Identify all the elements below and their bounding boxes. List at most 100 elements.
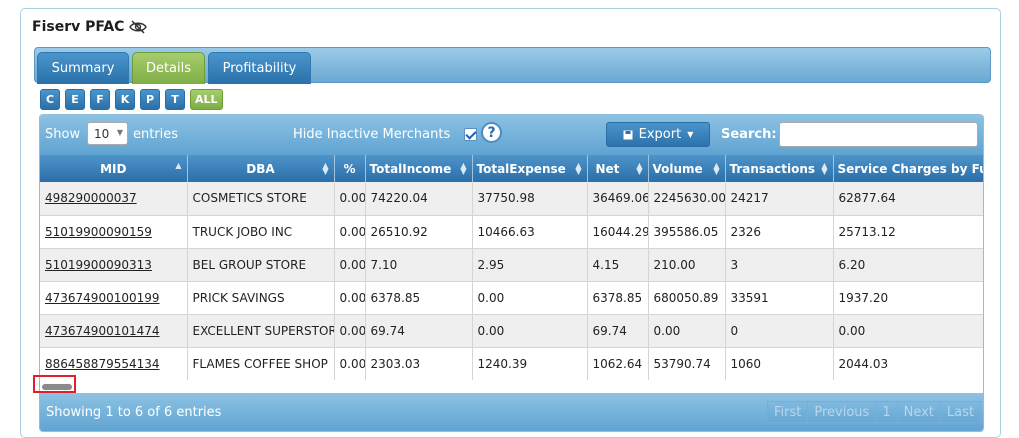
totalexpense-cell: 0.00 [472,314,588,348]
sort-both-icon: ▲ ▼ [575,161,582,176]
column-header-mid[interactable]: MID ▲ [40,155,188,182]
export-label: Export [638,127,682,142]
dba-cell: PRICK SAVINGS [187,281,335,315]
mid-link[interactable]: 473674900100199 [45,291,160,305]
transactions-cell: 0 [725,314,834,348]
first-page-button[interactable]: First [767,401,809,423]
page-size-value: 10 [94,126,110,141]
column-header-transactions[interactable]: Transactions ▲ ▼ [725,155,834,182]
mid-cell[interactable]: 51019900090313 [40,248,188,282]
caret-down-icon: ▼ [687,130,694,139]
volume-cell: 395586.05 [648,215,726,249]
eye-slash-icon[interactable] [129,20,148,34]
chevron-down-icon: ▼ [116,128,123,137]
totalincome-cell: 2303.03 [365,347,473,381]
search-label: Search: [721,127,777,142]
scrollbar-highlight-box [33,375,76,393]
mid-cell[interactable]: 498290000037 [40,182,188,216]
hide-inactive-checkbox[interactable] [464,128,477,141]
column-header-service-charges[interactable]: Service Charges by Fund [833,155,983,182]
hide-inactive-label: Hide Inactive Merchants [293,127,451,142]
table-row: 51019900090313 BEL GROUP STORE 0.00 7.10… [40,248,983,282]
mid-link[interactable]: 498290000037 [45,191,137,205]
pagination: First Previous 1 Next Last [767,401,981,423]
mid-cell[interactable]: 51019900090159 [40,215,188,249]
merchants-table: MID ▲ DBA ▲ ▼ % TotalIncome ▲ ▼ TotalExpense ▲… [40,155,983,381]
tab-details[interactable]: Details [132,52,205,84]
filter-f-button[interactable]: F [90,89,110,110]
net-cell: 1062.64 [587,347,649,381]
transactions-cell: 33591 [725,281,834,315]
sort-asc-icon: ▲ [175,161,182,170]
tab-summary[interactable]: Summary [37,52,129,84]
mid-link[interactable]: 886458879554134 [45,357,160,371]
floppy-disk-icon [623,130,633,139]
previous-page-button[interactable]: Previous [807,401,877,423]
table-toolbar: Show 10 ▼ entries Hide Inactive Merchant… [40,115,983,155]
filter-t-button[interactable]: T [165,89,185,110]
column-header-totalincome[interactable]: TotalIncome ▲ ▼ [365,155,473,182]
column-header-dba[interactable]: DBA ▲ ▼ [187,155,335,182]
dba-cell: TRUCK JOBO INC [187,215,335,249]
filter-e-button[interactable]: E [65,89,85,110]
mid-link[interactable]: 51019900090313 [45,258,152,272]
totalincome-cell: 6378.85 [365,281,473,315]
dba-cell: EXCELLENT SUPERSTORE [187,314,335,348]
mid-cell[interactable]: 473674900101474 [40,314,188,348]
dba-cell: COSMETICS STORE [187,182,335,216]
data-table-container: Show 10 ▼ entries Hide Inactive Merchant… [39,114,984,432]
tab-bar: Summary Details Profitability [34,47,991,84]
mid-link[interactable]: 51019900090159 [45,225,152,239]
percent-cell: 0.00 [334,347,366,381]
percent-cell: 0.00 [334,182,366,216]
sort-both-icon: ▲ ▼ [460,161,467,176]
last-page-button[interactable]: Last [939,401,981,423]
service-charges-cell: 2044.03 [833,347,983,381]
totalincome-cell: 69.74 [365,314,473,348]
volume-cell: 210.00 [648,248,726,282]
filter-k-button[interactable]: K [115,89,135,110]
service-charges-cell: 0.00 [833,314,983,348]
mid-link[interactable]: 473674900101474 [45,324,160,338]
net-cell: 16044.29 [587,215,649,249]
next-page-button[interactable]: Next [896,401,941,423]
entries-info: Showing 1 to 6 of 6 entries [46,405,222,420]
merchant-panel: Fiserv PFAC Summary Details Profitabilit… [20,8,1001,438]
page-1-button[interactable]: 1 [875,401,898,423]
net-cell: 4.15 [587,248,649,282]
tab-profitability[interactable]: Profitability [208,52,311,84]
column-header-net[interactable]: Net ▲ ▼ [587,155,649,182]
percent-cell: 0.00 [334,314,366,348]
help-icon[interactable]: ? [481,122,502,143]
percent-cell: 0.00 [334,215,366,249]
net-cell: 69.74 [587,314,649,348]
sort-both-icon: ▲ ▼ [322,161,329,176]
net-cell: 36469.06 [587,182,649,216]
table-row: 473674900101474 EXCELLENT SUPERSTORE 0.0… [40,314,983,348]
table-row: 886458879554134 FLAMES COFFEE SHOP 0.00 … [40,347,983,381]
sort-both-icon: ▲ ▼ [821,161,828,176]
table-footer: Showing 1 to 6 of 6 entries First Previo… [40,393,983,431]
filter-c-button[interactable]: C [40,89,60,110]
column-header-volume[interactable]: Volume ▲ ▼ [648,155,726,182]
column-header-percent[interactable]: % [334,155,366,182]
totalincome-cell: 74220.04 [365,182,473,216]
column-header-totalexpense[interactable]: TotalExpense ▲ ▼ [472,155,588,182]
horizontal-scrollbar[interactable] [40,380,983,393]
totalexpense-cell: 37750.98 [472,182,588,216]
filter-p-button[interactable]: P [140,89,160,110]
percent-cell: 0.00 [334,248,366,282]
volume-cell: 680050.89 [648,281,726,315]
percent-cell: 0.00 [334,281,366,315]
search-input[interactable] [779,122,978,147]
page-size-select[interactable]: 10 ▼ [87,122,128,145]
transactions-cell: 2326 [725,215,834,249]
mid-cell[interactable]: 473674900100199 [40,281,188,315]
service-charges-cell: 62877.64 [833,182,983,216]
volume-cell: 0.00 [648,314,726,348]
transactions-cell: 1060 [725,347,834,381]
export-button[interactable]: Export ▼ [606,122,710,147]
totalexpense-cell: 1240.39 [472,347,588,381]
filter-all-button[interactable]: ALL [190,89,223,110]
totalincome-cell: 7.10 [365,248,473,282]
